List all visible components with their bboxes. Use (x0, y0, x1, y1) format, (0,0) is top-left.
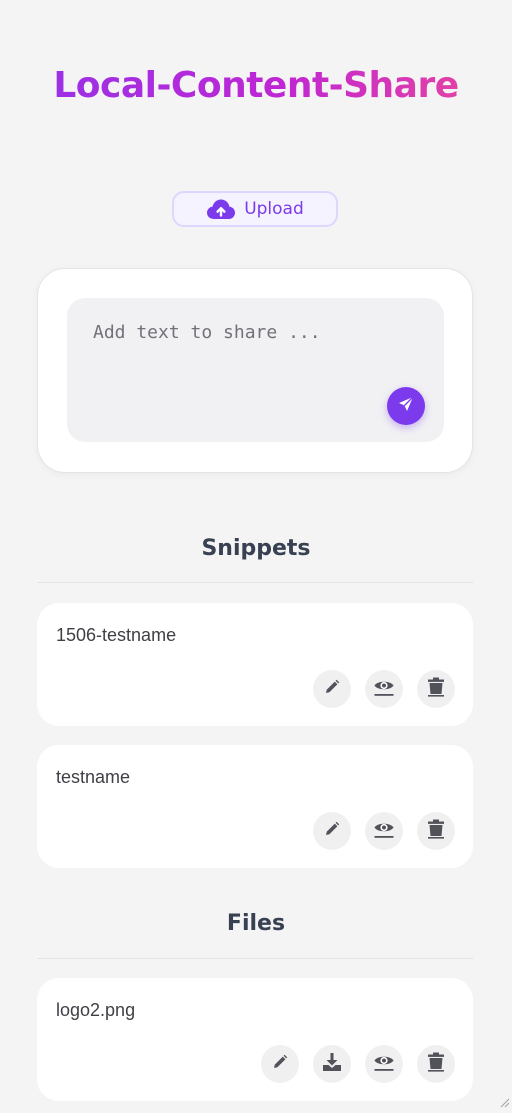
cloud-upload-icon (206, 198, 236, 220)
download-button[interactable] (313, 1045, 351, 1083)
edit-button[interactable] (313, 670, 351, 708)
share-text-input[interactable] (67, 298, 444, 442)
send-icon (397, 395, 415, 418)
eye-icon (373, 676, 395, 703)
app-title: Local-Content-Share (0, 60, 512, 112)
resize-grip-icon[interactable] (498, 1095, 510, 1108)
view-button[interactable] (365, 670, 403, 708)
snippets-heading: Snippets (201, 536, 311, 561)
file-title: logo2.png (56, 1000, 136, 1020)
view-button[interactable] (365, 1045, 403, 1083)
eye-icon (373, 818, 395, 845)
edit-button[interactable] (313, 812, 351, 850)
trash-icon (427, 677, 445, 702)
pencil-icon (323, 820, 341, 843)
pencil-icon (271, 1053, 289, 1076)
snippet-card: testname (37, 745, 473, 868)
upload-label: Upload (244, 199, 304, 219)
snippet-card: 1506-testname (37, 603, 473, 726)
files-heading: Files (226, 911, 286, 936)
send-button[interactable] (387, 387, 425, 425)
eye-icon (373, 1051, 395, 1078)
file-card: logo2.png (37, 978, 473, 1101)
snippet-title: testname (56, 767, 131, 787)
download-icon (322, 1052, 342, 1077)
snippet-title: 1506-testname (56, 625, 177, 645)
delete-button[interactable] (417, 812, 455, 850)
composer-card (37, 268, 473, 473)
trash-icon (427, 1052, 445, 1077)
delete-button[interactable] (417, 670, 455, 708)
snippets-divider (37, 582, 473, 583)
view-button[interactable] (365, 812, 403, 850)
upload-button[interactable]: Upload (172, 191, 338, 227)
rename-button[interactable] (261, 1045, 299, 1083)
delete-button[interactable] (417, 1045, 455, 1083)
files-divider (37, 958, 473, 959)
trash-icon (427, 819, 445, 844)
pencil-icon (323, 678, 341, 701)
